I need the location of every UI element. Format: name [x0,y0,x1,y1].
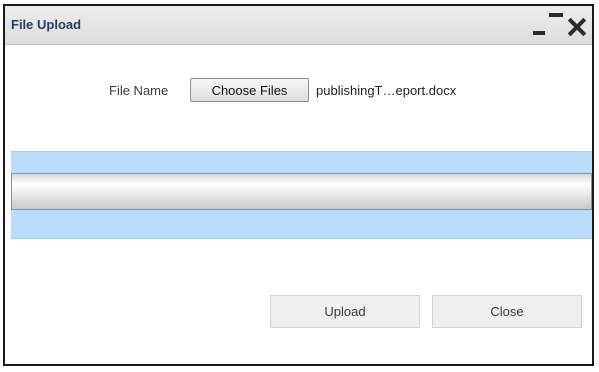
close-icon[interactable] [566,16,588,38]
choose-files-button[interactable]: Choose Files [190,78,309,102]
restore-icon[interactable] [549,13,563,17]
file-name-row: File Name Choose Files publishingT…eport… [5,78,592,104]
dialog-titlebar[interactable]: File Upload [5,6,592,45]
window-controls [533,10,588,40]
file-name-label: File Name [109,83,169,98]
file-upload-dialog: File Upload File Name Choose Files publi… [3,4,594,366]
dialog-title: File Upload [11,17,82,32]
upload-progress-bar [11,173,592,210]
upload-progress-area [11,151,592,239]
upload-button[interactable]: Upload [270,295,420,328]
selected-file-name: publishingT…eport.docx [316,83,457,98]
minimize-icon[interactable] [533,31,545,35]
close-button[interactable]: Close [432,295,582,328]
